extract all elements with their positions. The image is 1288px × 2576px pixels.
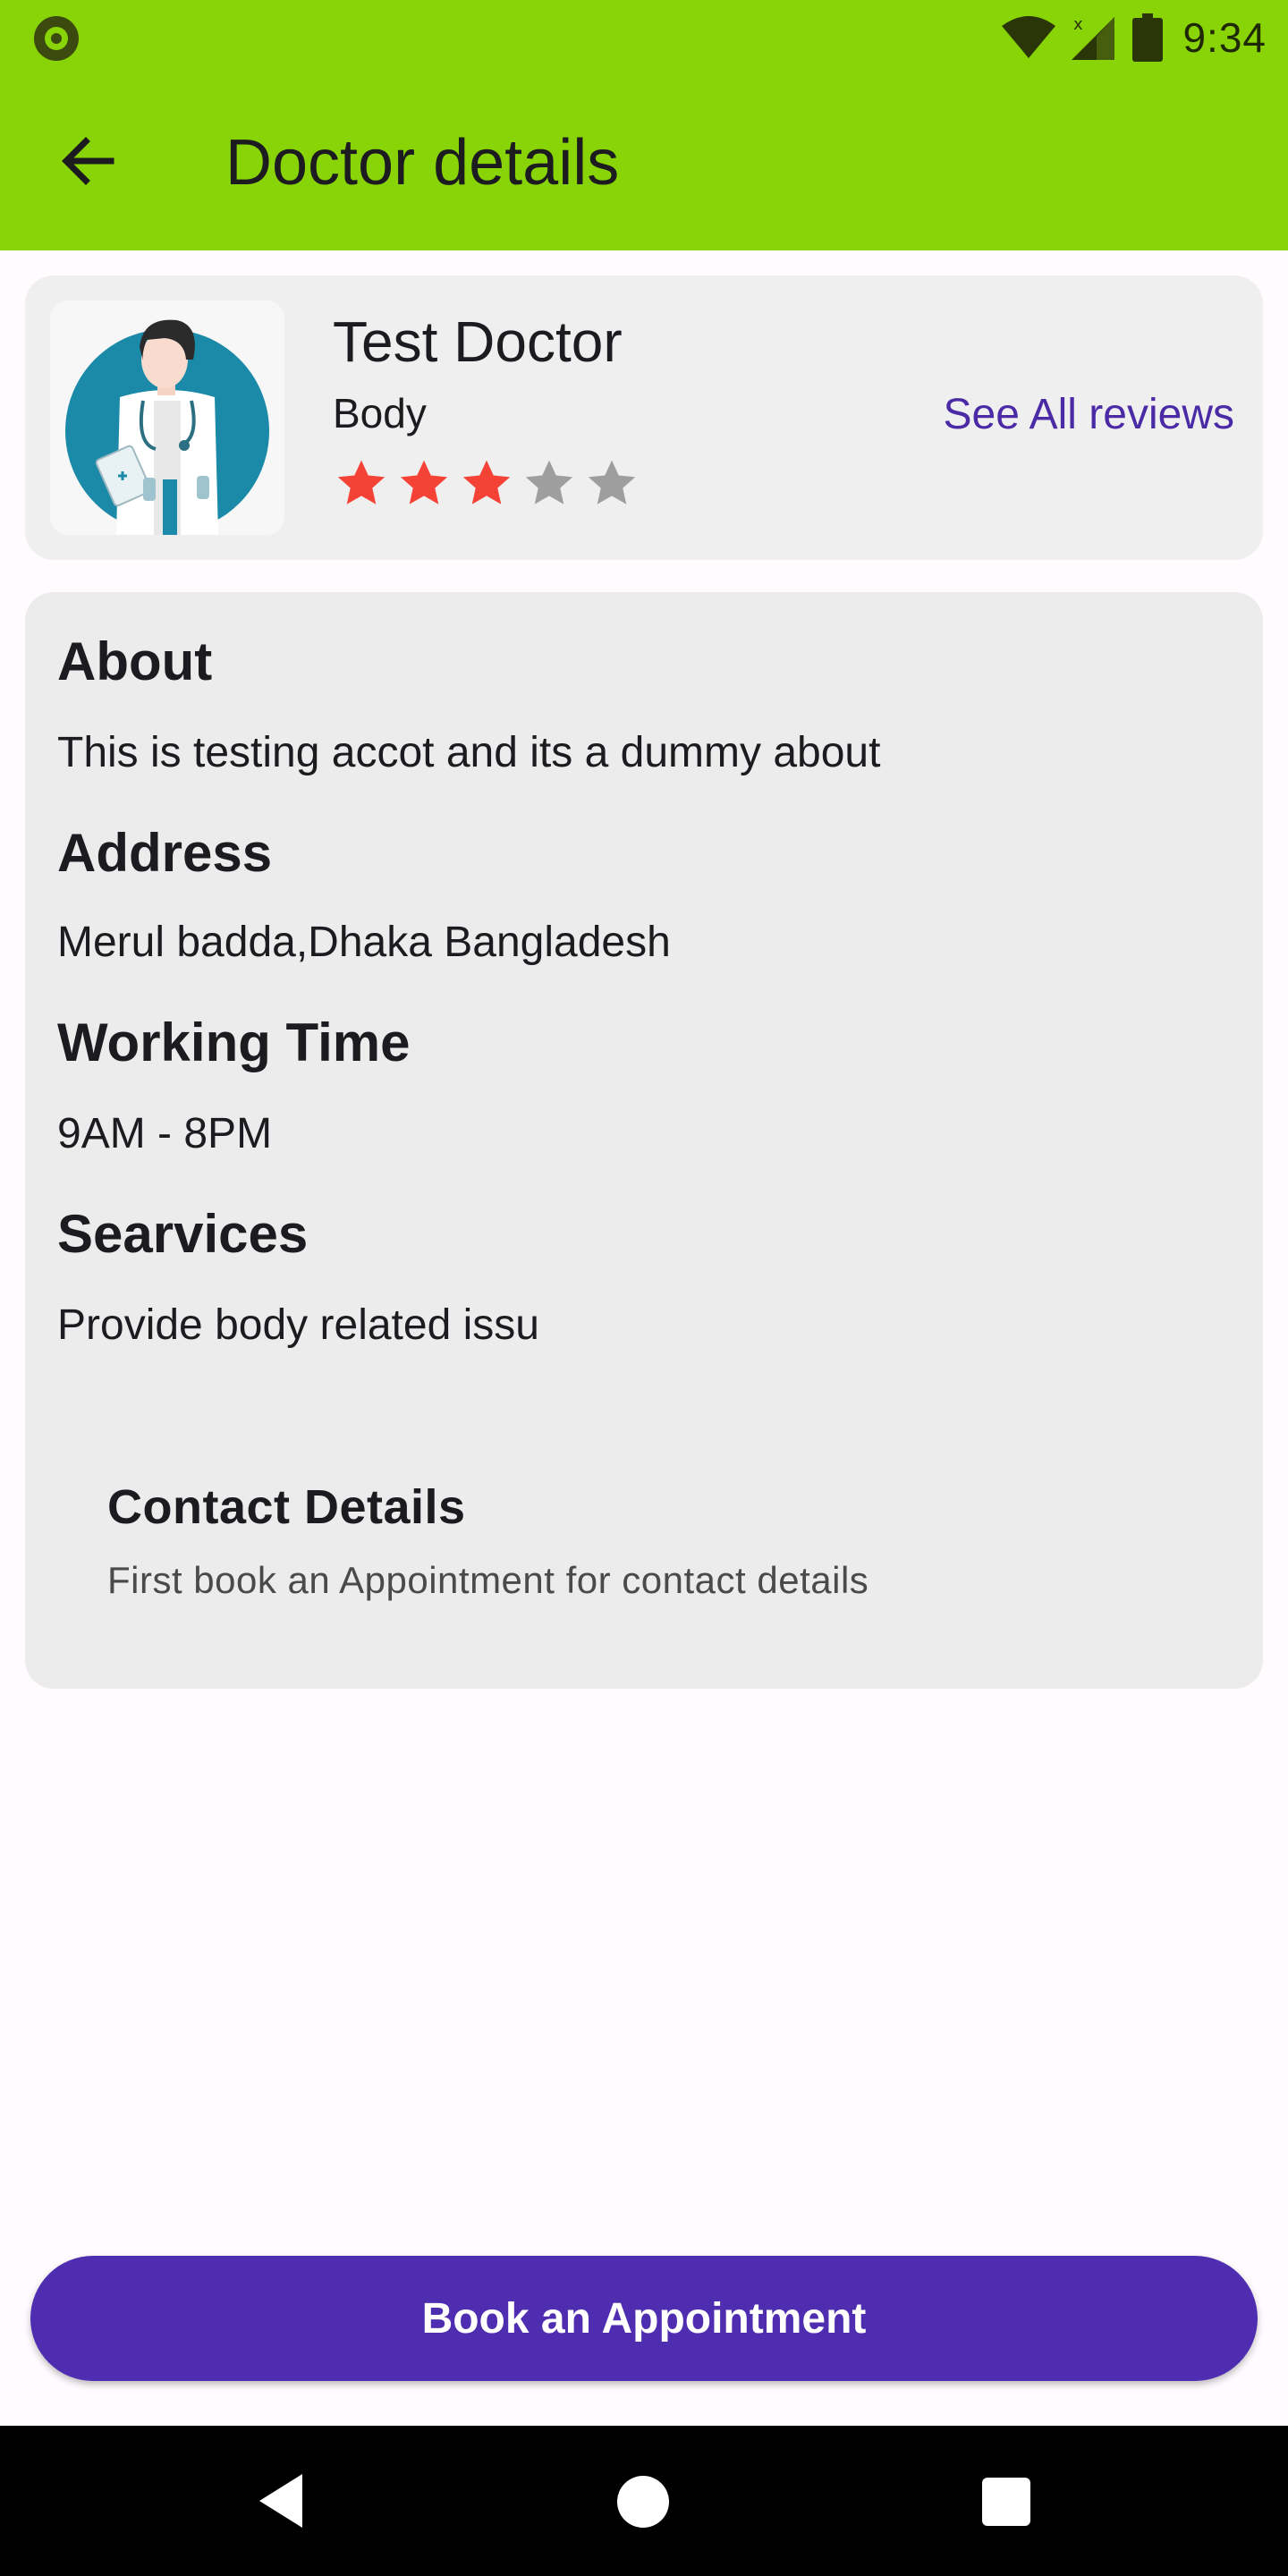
address-text: Merul badda,Dhaka Bangladesh bbox=[57, 919, 671, 966]
nav-home-icon[interactable] bbox=[617, 2476, 669, 2528]
doctor-avatar bbox=[50, 301, 284, 535]
back-button[interactable] bbox=[47, 122, 129, 204]
contact-details-text: First book an Appointment for contact de… bbox=[107, 1559, 869, 1601]
nav-recents-icon[interactable] bbox=[982, 2478, 1030, 2526]
status-bar: x 9:34 bbox=[0, 0, 1288, 75]
svg-text:x: x bbox=[1073, 15, 1083, 34]
star-filled-icon bbox=[337, 460, 386, 504]
status-icons: x 9:34 bbox=[1000, 11, 1267, 64]
star-empty-icon bbox=[588, 460, 636, 504]
contact-details-heading: Contact Details bbox=[107, 1480, 466, 1534]
doctor-specialty: Body bbox=[333, 390, 427, 436]
battery-icon bbox=[1132, 13, 1164, 62]
page-title: Doctor details bbox=[225, 127, 620, 199]
star-filled-icon bbox=[462, 460, 511, 504]
address-heading: Address bbox=[57, 823, 273, 883]
working-time-heading: Working Time bbox=[57, 1013, 411, 1072]
about-heading: About bbox=[57, 631, 213, 691]
working-time-text: 9AM - 8PM bbox=[57, 1110, 273, 1157]
about-text: This is testing accot and its a dummy ab… bbox=[57, 729, 881, 776]
services-text: Provide body related issu bbox=[57, 1301, 539, 1349]
wifi-icon bbox=[1000, 15, 1057, 60]
cell-signal-icon: x bbox=[1068, 13, 1116, 62]
star-empty-icon bbox=[525, 460, 573, 504]
clock: 9:34 bbox=[1182, 14, 1267, 61]
system-nav-bar bbox=[0, 2426, 1288, 2576]
rating-stars bbox=[333, 454, 640, 512]
record-icon bbox=[34, 16, 79, 61]
star-filled-icon bbox=[400, 460, 448, 504]
info-card: About This is testing accot and its a du… bbox=[25, 592, 1263, 1689]
doctor-card: Test Doctor Body See All reviews bbox=[25, 275, 1263, 560]
services-heading: Searvices bbox=[57, 1204, 309, 1264]
see-all-reviews-link[interactable]: See All reviews bbox=[944, 388, 1234, 442]
app-bar: Doctor details bbox=[0, 75, 1288, 250]
arrow-left-icon bbox=[59, 132, 116, 194]
nav-back-icon[interactable] bbox=[256, 2470, 306, 2536]
doctor-name: Test Doctor bbox=[333, 309, 623, 374]
book-appointment-button[interactable]: Book an Appointment bbox=[30, 2256, 1258, 2381]
